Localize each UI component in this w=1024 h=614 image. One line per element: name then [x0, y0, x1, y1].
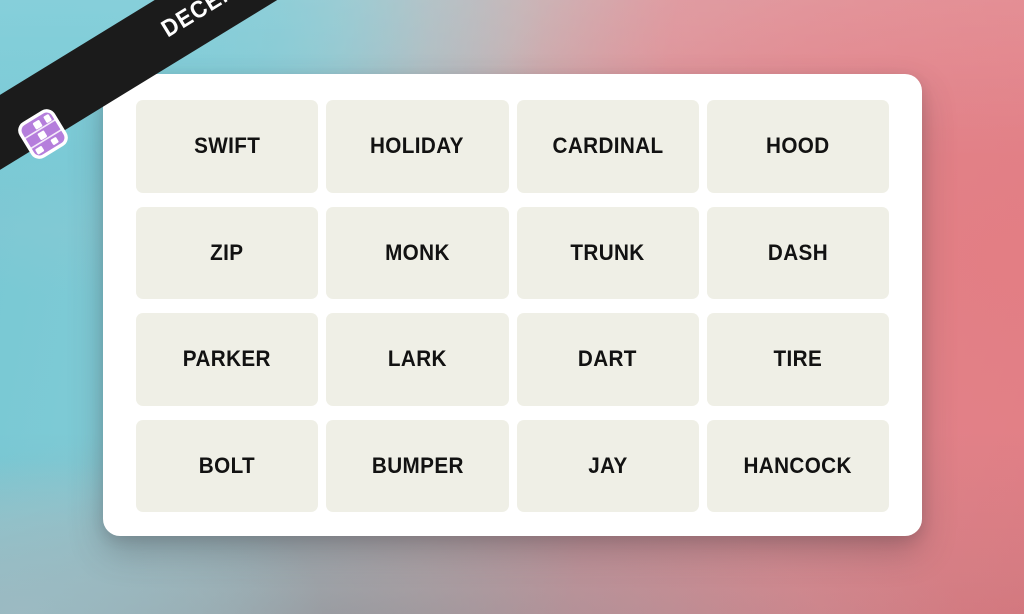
word-tile[interactable]: CARDINAL [516, 100, 699, 193]
word-tile-label: LARK [387, 346, 447, 372]
word-tile-label: BUMPER [371, 452, 464, 478]
word-tile[interactable]: TRUNK [516, 206, 699, 299]
word-tile[interactable]: TIRE [706, 313, 889, 406]
word-tile-label: HOLIDAY [370, 133, 465, 159]
word-tile-label: ZIP [210, 239, 244, 265]
word-tile[interactable]: HOOD [706, 100, 889, 193]
word-tile[interactable]: ZIP [136, 206, 319, 299]
word-grid: SWIFT HOLIDAY CARDINAL HOOD ZIP MONK TRU… [136, 100, 889, 512]
word-tile-label: HOOD [766, 133, 830, 159]
word-tile[interactable]: PARKER [136, 313, 319, 406]
word-tile-label: JAY [587, 452, 628, 478]
screenshot-stage: SWIFT HOLIDAY CARDINAL HOOD ZIP MONK TRU… [0, 0, 1024, 614]
word-tile[interactable]: LARK [326, 313, 509, 406]
word-tile-label: MONK [385, 239, 450, 265]
word-tile[interactable]: DART [516, 313, 699, 406]
connections-logo-icon[interactable] [14, 105, 72, 163]
word-tile-label: DART [578, 346, 638, 372]
word-tile[interactable]: BOLT [136, 419, 319, 512]
word-tile-label: SWIFT [194, 133, 261, 159]
word-tile[interactable]: JAY [516, 419, 699, 512]
word-tile-label: BOLT [198, 452, 256, 478]
word-tile[interactable]: DASH [706, 206, 889, 299]
word-tile-label: TRUNK [570, 239, 645, 265]
word-tile-label: TIRE [773, 346, 823, 372]
word-tile-label: PARKER [183, 346, 272, 372]
word-tile-label: HANCOCK [743, 452, 853, 478]
word-tile-label: DASH [767, 239, 828, 265]
word-tile-label: CARDINAL [552, 133, 664, 159]
puzzle-card: SWIFT HOLIDAY CARDINAL HOOD ZIP MONK TRU… [103, 74, 922, 536]
word-tile[interactable]: SWIFT [136, 100, 319, 193]
word-tile[interactable]: HANCOCK [706, 419, 889, 512]
word-tile[interactable]: BUMPER [326, 419, 509, 512]
word-tile[interactable]: HOLIDAY [326, 100, 509, 193]
word-tile[interactable]: MONK [326, 206, 509, 299]
